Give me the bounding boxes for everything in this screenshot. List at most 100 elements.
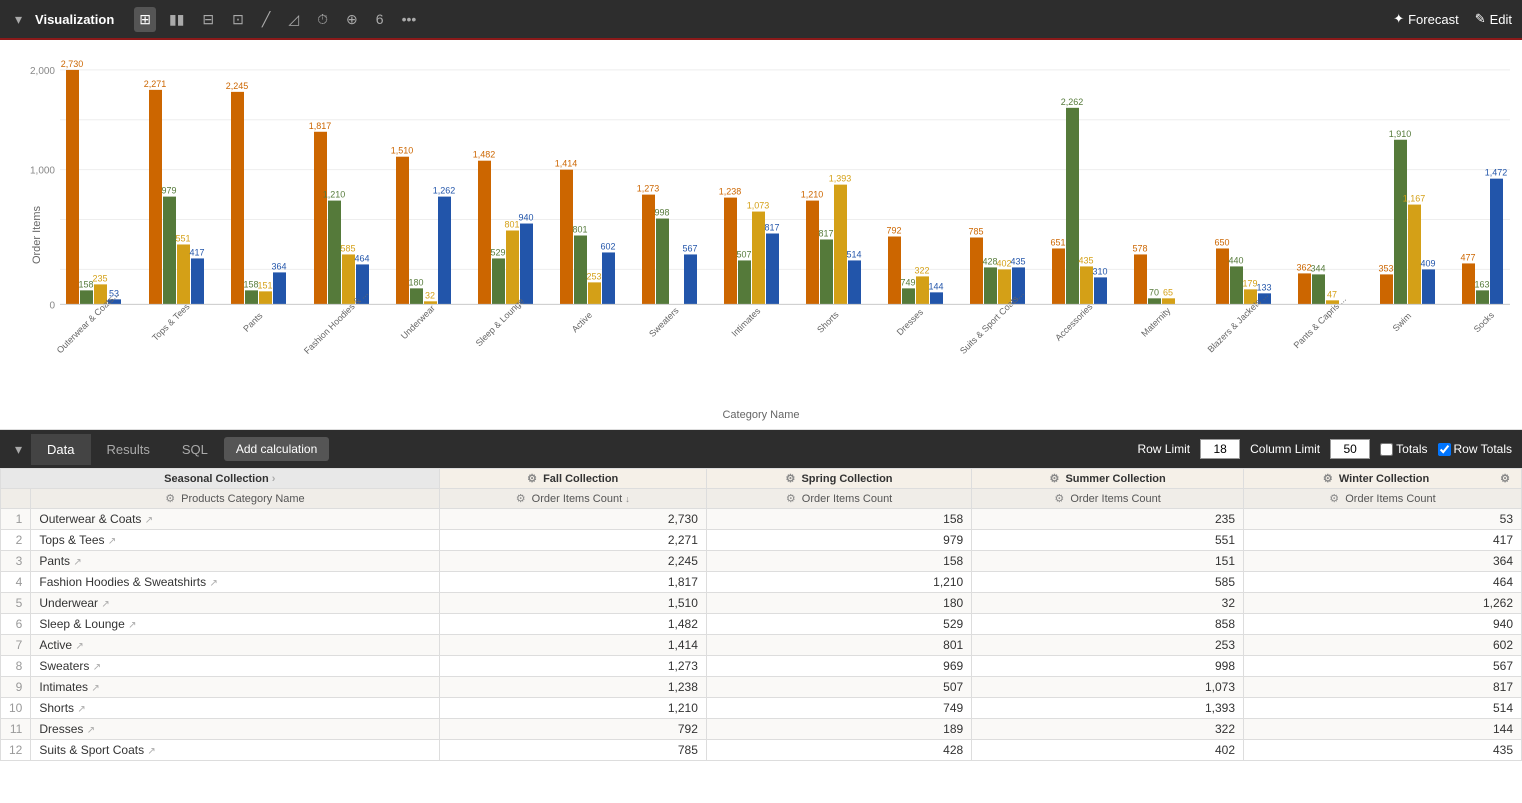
table-row: 11 Dresses ↗ 792 189 322 144 bbox=[1, 719, 1522, 740]
svg-text:Socks: Socks bbox=[1472, 310, 1497, 335]
category-name: Sleep & Lounge ↗ bbox=[31, 614, 439, 635]
bar-group-tops[interactable]: 2,271 979 551 417 Tops & Tees bbox=[144, 79, 205, 343]
col-limit-label: Column Limit bbox=[1250, 442, 1320, 456]
summer-value: 402 bbox=[972, 740, 1244, 761]
svg-text:1,414: 1,414 bbox=[555, 159, 577, 169]
svg-text:979: 979 bbox=[162, 186, 177, 196]
fall-value: 1,510 bbox=[439, 593, 706, 614]
product-gear-icon[interactable]: ⚙ bbox=[165, 493, 175, 505]
bar-group-dresses[interactable]: 792 749 322 144 Dresses bbox=[887, 226, 944, 338]
row-totals-checkbox[interactable] bbox=[1438, 443, 1451, 456]
bar-group-swim[interactable]: 353 1,910 1,167 409 Swim bbox=[1379, 129, 1436, 334]
col-limit-input[interactable] bbox=[1330, 439, 1370, 459]
fall-sort-icon[interactable]: ↓ bbox=[625, 494, 630, 504]
bar-group-outerwear[interactable]: 2,730 158 235 53 Outerwear & Coats... bbox=[55, 59, 121, 355]
scatter-icon[interactable]: ⊡ bbox=[227, 7, 249, 32]
seasonal-label: Seasonal Collection bbox=[164, 473, 269, 485]
row-number: 4 bbox=[1, 572, 31, 593]
spring-value: 1,210 bbox=[706, 572, 971, 593]
bottom-panel: ▾ Data Results SQL Add calculation Row L… bbox=[0, 430, 1522, 803]
fall-value: 792 bbox=[439, 719, 706, 740]
spring-value: 801 bbox=[706, 635, 971, 656]
category-name: Fashion Hoodies & Sweatshirts ↗ bbox=[31, 572, 439, 593]
row-totals-checkbox-label[interactable]: Row Totals bbox=[1438, 442, 1512, 456]
row-limit-input[interactable] bbox=[1200, 439, 1240, 459]
bar-group-pants[interactable]: 2,245 158 151 364 Pants bbox=[226, 81, 287, 334]
spring-value: 529 bbox=[706, 614, 971, 635]
svg-text:362: 362 bbox=[1297, 262, 1312, 272]
add-calculation-button[interactable]: Add calculation bbox=[224, 437, 329, 461]
svg-text:322: 322 bbox=[915, 265, 930, 275]
map-icon[interactable]: ⊕ bbox=[341, 7, 363, 32]
spring-gear-icon[interactable]: ⚙ bbox=[786, 473, 796, 485]
clock-icon[interactable]: ⏱ bbox=[312, 7, 333, 32]
row-number: 7 bbox=[1, 635, 31, 656]
svg-text:529: 529 bbox=[491, 247, 506, 257]
totals-checkbox[interactable] bbox=[1380, 443, 1393, 456]
row-number: 5 bbox=[1, 593, 31, 614]
table-icon[interactable]: ⊞ bbox=[134, 7, 156, 32]
winter-gear-icon[interactable]: ⚙ bbox=[1323, 473, 1333, 485]
svg-text:1,238: 1,238 bbox=[719, 187, 741, 197]
bar-group-intimates[interactable]: 1,238 507 1,073 817 Intimates bbox=[719, 187, 780, 339]
svg-text:1,482: 1,482 bbox=[473, 150, 495, 160]
svg-text:65: 65 bbox=[1163, 287, 1173, 297]
spring-col-gear-icon[interactable]: ⚙ bbox=[786, 493, 796, 505]
fall-value: 1,817 bbox=[439, 572, 706, 593]
more-icon[interactable]: ••• bbox=[397, 7, 422, 31]
table-row: 1 Outerwear & Coats ↗ 2,730 158 235 53 bbox=[1, 509, 1522, 530]
svg-text:440: 440 bbox=[1229, 255, 1244, 265]
edit-button[interactable]: ✎ Edit bbox=[1475, 11, 1512, 27]
table-body: 1 Outerwear & Coats ↗ 2,730 158 235 53 2… bbox=[1, 509, 1522, 761]
svg-text:1,000: 1,000 bbox=[30, 166, 55, 177]
bar-chart-icon[interactable]: ▮▮ bbox=[164, 7, 189, 32]
data-dropdown-icon[interactable]: ▾ bbox=[10, 437, 27, 462]
category-name: Shorts ↗ bbox=[31, 698, 439, 719]
svg-text:514: 514 bbox=[847, 249, 862, 259]
svg-text:235: 235 bbox=[93, 273, 108, 283]
winter-value: 567 bbox=[1244, 656, 1522, 677]
summer-gear-icon[interactable]: ⚙ bbox=[1050, 473, 1060, 485]
bar-group-active[interactable]: 1,414 801 253 602 Active bbox=[555, 159, 616, 335]
tab-sql[interactable]: SQL bbox=[166, 434, 224, 465]
svg-text:1,817: 1,817 bbox=[309, 121, 331, 131]
bar-group-sleep[interactable]: 1,482 529 801 940 Sleep & Lounge bbox=[473, 150, 534, 349]
x-axis-label: Category Name bbox=[722, 409, 799, 421]
bar-group-pants-capris[interactable]: 362 344 47 Pants & Capris ... bbox=[1292, 262, 1348, 350]
summer-col-header: ⚙ Order Items Count bbox=[972, 489, 1244, 509]
fall-value: 1,482 bbox=[439, 614, 706, 635]
winter-settings-icon[interactable]: ⚙ bbox=[1500, 472, 1510, 485]
bar-group-maternity[interactable]: 578 70 65 Maternity bbox=[1133, 243, 1175, 338]
totals-checkbox-label[interactable]: Totals bbox=[1380, 442, 1427, 456]
chart-svg: 2,000 1,000 0 2,730 158 235 53 Outerwear… bbox=[0, 40, 1522, 429]
six-icon[interactable]: 6 bbox=[371, 7, 389, 31]
svg-text:Shorts: Shorts bbox=[815, 309, 841, 335]
svg-text:70: 70 bbox=[1149, 287, 1159, 297]
area-icon[interactable]: ◿ bbox=[283, 7, 304, 32]
bar-group-hoodies[interactable]: 1,817 1,210 585 464 Fashion Hoodies & ..… bbox=[302, 121, 370, 356]
bar-group-socks[interactable]: 477 163 1,472 Socks bbox=[1461, 168, 1508, 335]
category-name: Pants ↗ bbox=[31, 551, 439, 572]
fall-gear-icon[interactable]: ⚙ bbox=[527, 473, 537, 485]
table-row: 8 Sweaters ↗ 1,273 969 998 567 bbox=[1, 656, 1522, 677]
pivot-icon[interactable]: ⊟ bbox=[197, 7, 219, 32]
tab-results[interactable]: Results bbox=[91, 434, 166, 465]
svg-text:650: 650 bbox=[1215, 237, 1230, 247]
svg-text:2,000: 2,000 bbox=[30, 66, 55, 77]
dropdown-arrow-icon[interactable]: ▾ bbox=[10, 7, 27, 32]
bar-group-suits[interactable]: 785 428 402 435 Suits & Sport Coats... bbox=[958, 227, 1026, 356]
bar-group-sweaters[interactable]: 1,273 998 567 Sweaters bbox=[637, 184, 698, 339]
tab-data[interactable]: Data bbox=[31, 434, 90, 465]
svg-text:428: 428 bbox=[983, 256, 998, 266]
line-icon[interactable]: ╱ bbox=[257, 7, 275, 32]
bar-group-shorts[interactable]: 1,210 817 1,393 514 Shorts bbox=[801, 174, 862, 335]
summer-col-gear-icon[interactable]: ⚙ bbox=[1054, 493, 1064, 505]
forecast-icon: ✦ bbox=[1393, 11, 1404, 27]
bar-group-blazers[interactable]: 650 440 179 133 Blazers & Jackets ... bbox=[1206, 237, 1272, 354]
svg-text:Tops & Tees: Tops & Tees bbox=[150, 301, 192, 343]
fall-col-gear-icon[interactable]: ⚙ bbox=[516, 493, 526, 505]
forecast-button[interactable]: ✦ Forecast bbox=[1393, 11, 1458, 27]
bar-group-underwear[interactable]: 1,510 180 32 1,262 Underwear bbox=[391, 146, 455, 341]
svg-text:1,393: 1,393 bbox=[829, 174, 851, 184]
winter-col-gear-icon[interactable]: ⚙ bbox=[1329, 493, 1339, 505]
